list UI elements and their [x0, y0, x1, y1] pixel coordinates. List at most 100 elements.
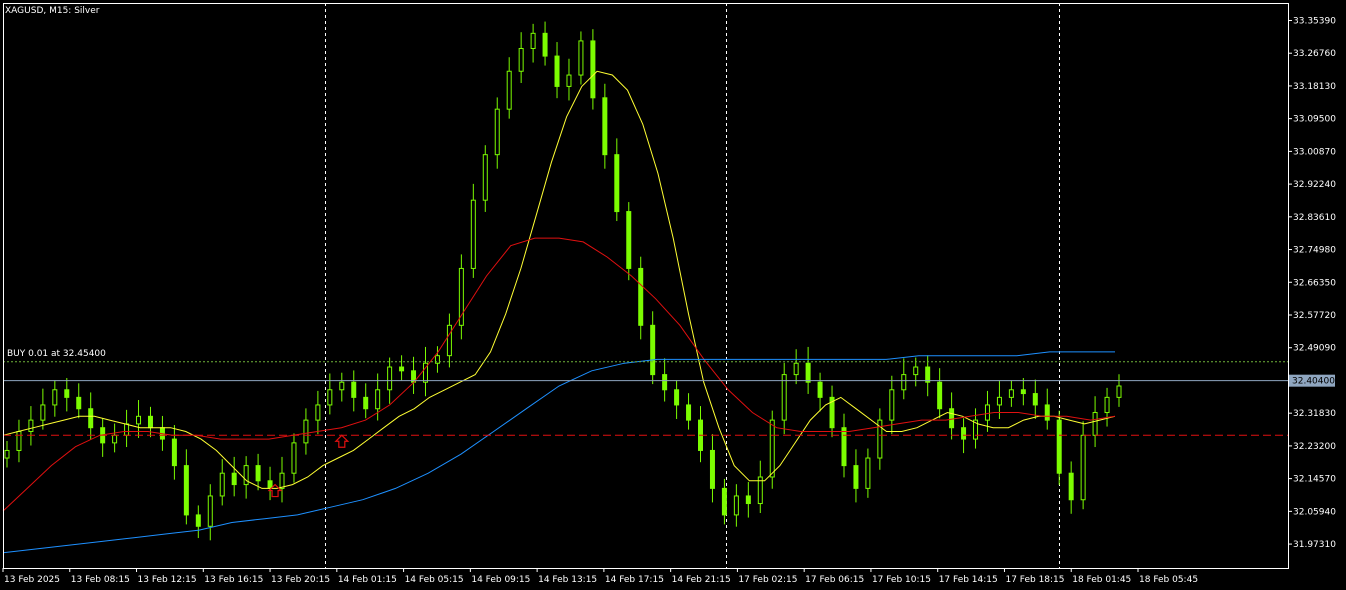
candle-body: [446, 324, 452, 357]
candle-body: [530, 32, 536, 50]
candle-body: [291, 442, 297, 474]
price-tick-label: 32.83610: [1293, 213, 1336, 223]
candle-body: [315, 404, 321, 421]
candle-body: [494, 108, 500, 156]
time-tick-label: 17 Feb 18:15: [1005, 575, 1064, 585]
time-tick-label: 14 Feb 17:15: [605, 575, 664, 585]
candle-body: [1020, 389, 1026, 395]
candle-body: [88, 408, 94, 429]
candle-body: [721, 487, 727, 516]
price-tick-label: 32.31830: [1293, 409, 1336, 419]
candle-body: [124, 423, 130, 436]
price-tick-label: 33.09500: [1293, 115, 1336, 125]
time-tick-label: 14 Feb 21:15: [672, 575, 731, 585]
candle-body: [4, 449, 10, 459]
candle-body: [327, 389, 333, 406]
candle-body: [638, 267, 644, 326]
candle-body: [387, 366, 393, 391]
candle-body: [267, 480, 273, 489]
price-tick-label: 32.05940: [1293, 507, 1336, 517]
candle-body: [865, 457, 871, 489]
price-tick-label: 32.23200: [1293, 442, 1336, 452]
candle-body: [1056, 419, 1062, 474]
candle-body: [40, 404, 46, 421]
candle-body: [650, 324, 656, 376]
buy-order-label: BUY 0.01 at 32.45400: [7, 349, 106, 359]
time-tick-label: 13 Feb 08:15: [71, 575, 130, 585]
price-tick-label: 33.26760: [1293, 49, 1336, 59]
candle-body: [937, 381, 943, 410]
candle-body: [913, 366, 919, 376]
candle-body: [470, 199, 476, 269]
candle-body: [399, 366, 405, 372]
candle-body: [76, 396, 82, 410]
candle-body: [171, 438, 177, 467]
candle-body: [554, 55, 560, 87]
chart-background: [0, 0, 1346, 590]
time-tick-label: 13 Feb 20:15: [271, 575, 330, 585]
candle-body: [518, 48, 524, 72]
time-tick-label: 18 Feb 01:45: [1072, 575, 1131, 585]
current-price-label: 32.40400: [1292, 377, 1335, 387]
candle-body: [1068, 472, 1074, 501]
candle-body: [949, 408, 955, 429]
candle-body: [662, 374, 668, 391]
candle-body: [64, 389, 70, 398]
candle-body: [566, 74, 572, 87]
candle-body: [578, 40, 584, 76]
candle-body: [841, 427, 847, 467]
candle-body: [984, 404, 990, 421]
candle-body: [255, 465, 261, 482]
time-tick-label: 17 Feb 14:15: [939, 575, 998, 585]
candle-body: [709, 449, 715, 489]
candle-body: [183, 465, 189, 516]
time-tick-label: 17 Feb 02:15: [738, 575, 797, 585]
candle-body: [28, 419, 34, 432]
candle-body: [112, 434, 118, 444]
candle-body: [482, 154, 488, 201]
candle-body: [542, 32, 548, 57]
candle-body: [279, 472, 285, 489]
candle-body: [1116, 385, 1122, 398]
candle-body: [925, 366, 931, 383]
candle-body: [805, 362, 811, 383]
candle-body: [614, 154, 620, 213]
candle-body: [16, 430, 22, 451]
candle-body: [674, 389, 680, 406]
time-tick-label: 13 Feb 2025: [4, 575, 60, 585]
time-tick-label: 14 Feb 13:15: [538, 575, 597, 585]
candle-body: [219, 472, 225, 497]
price-tick-label: 32.66350: [1293, 278, 1336, 288]
price-tick-label: 33.00870: [1293, 147, 1336, 157]
price-tick-label: 31.97310: [1293, 540, 1336, 550]
candle-body: [889, 389, 895, 421]
candle-body: [339, 381, 345, 391]
price-tick-label: 32.14570: [1293, 475, 1336, 485]
candle-body: [1008, 389, 1014, 398]
candle-body: [207, 495, 213, 527]
candle-body: [602, 97, 608, 156]
candle-body: [136, 415, 142, 425]
candle-body: [195, 514, 201, 527]
time-tick-label: 17 Feb 06:15: [805, 575, 864, 585]
price-tick-label: 32.74980: [1293, 246, 1336, 256]
price-tick-label: 33.35390: [1293, 16, 1336, 26]
candle-body: [590, 40, 596, 99]
price-chart[interactable]: 33.35390 33.26760 33.18130 33.09500 33.00870…: [0, 0, 1346, 590]
candle-body: [147, 415, 153, 429]
price-tick-label: 32.92240: [1293, 180, 1336, 190]
candle-body: [52, 389, 58, 406]
candle-body: [901, 374, 907, 391]
candle-body: [1044, 404, 1050, 421]
price-tick-label: 33.18130: [1293, 82, 1336, 92]
candle-body: [351, 381, 357, 398]
time-tick-label: 13 Feb 12:15: [138, 575, 197, 585]
time-tick-label: 13 Feb 16:15: [204, 575, 263, 585]
price-tick-label: 32.49090: [1293, 344, 1336, 354]
candle-body: [1104, 396, 1110, 414]
time-tick-label: 17 Feb 10:15: [872, 575, 931, 585]
candle-body: [1080, 434, 1086, 501]
candle-body: [996, 396, 1002, 406]
candle-body: [506, 70, 512, 110]
candle-body: [745, 495, 751, 505]
